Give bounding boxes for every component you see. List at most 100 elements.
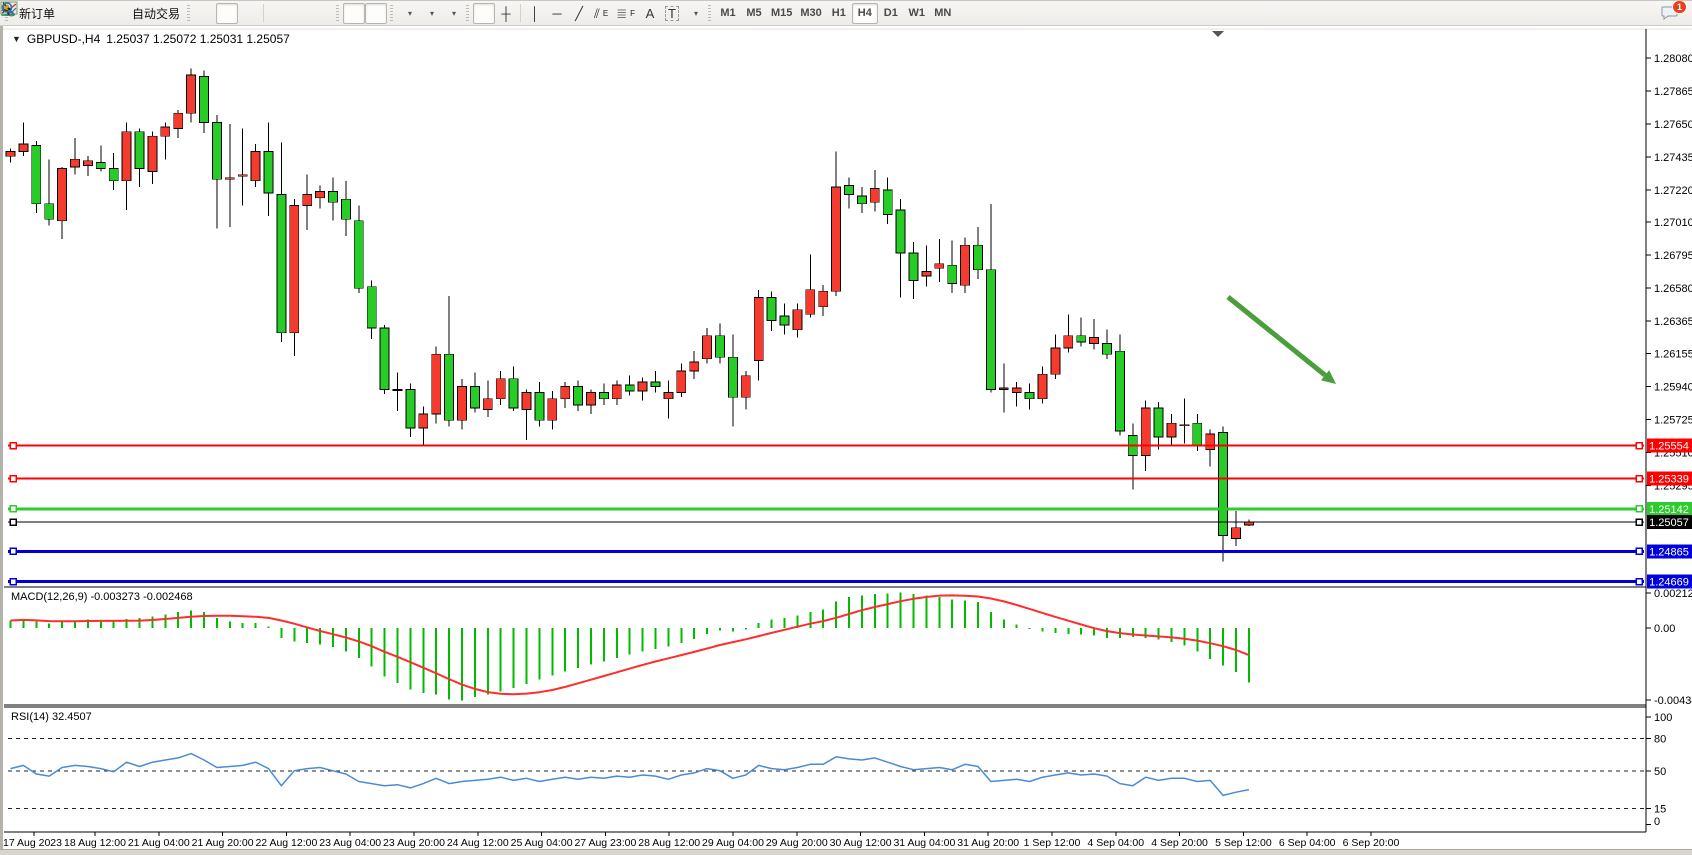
chevron-down-icon: ▾ [430, 9, 434, 18]
time-axis[interactable]: 17 Aug 202318 Aug 12:0021 Aug 04:0021 Au… [3, 832, 1399, 849]
candle-body [1038, 374, 1047, 399]
text-label-icon: T [665, 6, 679, 21]
candle-body [703, 336, 712, 359]
candlestick-chart-button[interactable] [216, 3, 238, 24]
time-tick-label: 6 Sep 04:00 [1279, 837, 1336, 849]
level-handle [10, 476, 16, 482]
crosshair-button[interactable]: ┼ [495, 3, 517, 24]
price-tick-label: 1.27650 [1654, 119, 1692, 131]
zoom-out-button[interactable] [289, 3, 311, 24]
candle-body [174, 113, 183, 128]
auto-scroll-button[interactable] [343, 3, 365, 24]
bar-chart-button[interactable] [194, 3, 216, 24]
cursor-button[interactable] [473, 3, 495, 24]
candle-body [445, 354, 454, 420]
toolbar-grip[interactable] [466, 5, 469, 21]
text-button[interactable]: A [639, 3, 661, 24]
rsi-scale-label: 100 [1654, 712, 1672, 724]
mt4-terminal: 新订单 自动交易 [0, 0, 1692, 855]
timeframe-m30-button[interactable]: M30 [796, 3, 825, 24]
candle-body [1219, 433, 1228, 536]
candle-body [1206, 434, 1215, 449]
crosshair-icon: ┼ [501, 7, 510, 20]
timeframe-h4-button[interactable]: H4 [852, 3, 878, 24]
rsi-scale-label: 80 [1654, 734, 1666, 746]
time-tick-label: 27 Aug 23:00 [574, 837, 636, 849]
time-tick-label: 6 Sep 20:00 [1343, 837, 1400, 849]
status-bar [0, 849, 1692, 855]
equidistant-channel-button[interactable]: ⫽E [590, 3, 612, 24]
candle-body [935, 264, 944, 269]
candle-body [896, 210, 905, 253]
candle-body [961, 245, 970, 285]
time-tick-label: 29 Aug 04:00 [702, 837, 764, 849]
candle-body [122, 132, 131, 181]
candle-body [1064, 336, 1073, 348]
timeframe-m1-button[interactable]: M1 [715, 3, 741, 24]
signal-button[interactable] [103, 3, 125, 24]
periods-button[interactable]: ▾ [419, 3, 441, 24]
profile-button[interactable] [81, 3, 103, 24]
one-click-toggle-icon[interactable]: ▼ [12, 34, 21, 44]
chevron-down-icon: ▾ [694, 9, 698, 18]
candle-body [1103, 343, 1112, 354]
timeframe-h1-button[interactable]: H1 [826, 3, 852, 24]
indicators-button[interactable]: ▾ [397, 3, 419, 24]
level-price-label: 1.25057 [1649, 517, 1689, 529]
auto-trading-button[interactable]: 自动交易 [125, 3, 184, 24]
rsi-line [11, 754, 1249, 796]
vertical-line-button[interactable]: │ [524, 3, 546, 24]
new-order-button[interactable]: 新订单 [12, 3, 59, 24]
toolbar-grip[interactable] [708, 5, 711, 21]
rsi-scale-label: 15 [1654, 803, 1666, 815]
candle-body [341, 199, 350, 219]
timeframe-m15-button[interactable]: M15 [767, 3, 796, 24]
horizontal-line-button[interactable]: ─ [546, 3, 568, 24]
price-tick-label: 1.27220 [1654, 185, 1692, 197]
candle-body [329, 192, 338, 203]
toolbar-grip[interactable] [390, 5, 393, 21]
text-label-button[interactable]: T [661, 3, 683, 24]
templates-button[interactable]: ▾ [441, 3, 463, 24]
timeframe-mn-button[interactable]: MN [930, 3, 956, 24]
time-tick-label: 24 Aug 12:00 [447, 837, 509, 849]
candle-body [806, 290, 815, 315]
candle-body [638, 382, 647, 391]
tile-windows-button[interactable] [311, 3, 333, 24]
candle-body [522, 393, 531, 410]
price-tick-label: 1.26795 [1654, 250, 1692, 262]
timeframe-w1-button[interactable]: W1 [904, 3, 930, 24]
chart-shift-button[interactable] [365, 3, 387, 24]
line-chart-button[interactable] [238, 3, 260, 24]
candles [6, 69, 1253, 562]
trendline-button[interactable]: ╱ [568, 3, 590, 24]
candle-body [135, 132, 144, 169]
timeframe-m5-button[interactable]: M5 [741, 3, 767, 24]
toolbar-grip[interactable] [187, 5, 190, 21]
chart-canvas[interactable]: 1.280801.278651.276501.274351.272201.270… [0, 25, 1692, 855]
search-button[interactable] [1632, 3, 1654, 24]
time-tick-label: 31 Aug 04:00 [893, 837, 955, 849]
text-icon: A [646, 7, 655, 20]
fibonacci-button[interactable]: ≣F [612, 3, 639, 24]
arrows-button[interactable]: ▾ [683, 3, 705, 24]
time-tick-label: 5 Sep 12:00 [1215, 837, 1272, 849]
toolbar-grip[interactable] [336, 5, 339, 21]
level-price-label: 1.25554 [1649, 441, 1689, 453]
candle-body [819, 291, 828, 306]
candle-body [1154, 408, 1163, 437]
level-handle [10, 506, 16, 512]
price-tick-label: 1.25940 [1654, 381, 1692, 393]
candle-body [741, 376, 750, 397]
candle-body [1180, 425, 1189, 426]
market-watch-button[interactable] [59, 3, 81, 24]
notifications-button[interactable]: 1 [1660, 3, 1682, 24]
time-tick-label: 23 Aug 20:00 [383, 837, 445, 849]
zoom-in-button[interactable] [267, 3, 289, 24]
price-axis[interactable]: 1.280801.278651.276501.274351.272201.270… [1646, 53, 1692, 492]
level-lines[interactable]: 1.255541.253391.251421.250571.248651.246… [8, 439, 1692, 589]
candle-body [109, 169, 118, 181]
candle-body [986, 270, 995, 390]
timeframe-d1-button[interactable]: D1 [878, 3, 904, 24]
level-price-label: 1.25339 [1649, 474, 1689, 486]
